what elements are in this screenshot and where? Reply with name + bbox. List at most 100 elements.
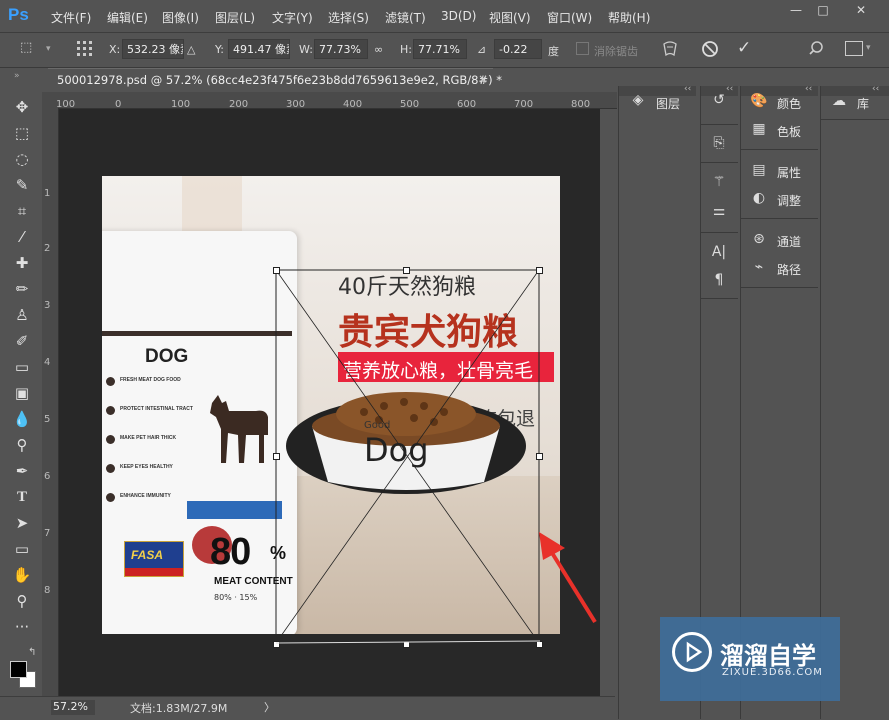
transform-handle[interactable] bbox=[273, 453, 280, 460]
swatches-icon[interactable]: ▦ bbox=[749, 121, 769, 137]
shape-tool-icon[interactable]: ▭ bbox=[10, 538, 34, 560]
healing-brush-tool-icon[interactable]: ✚ bbox=[10, 252, 34, 274]
antialias-checkbox[interactable] bbox=[576, 42, 589, 55]
channels-panel-tab[interactable]: 通道 bbox=[777, 233, 801, 250]
collapse-icon[interactable]: ‹‹ bbox=[684, 84, 691, 94]
actions-icon[interactable]: ⎘ bbox=[709, 135, 729, 151]
menu-item[interactable]: 选择(S) bbox=[328, 9, 369, 26]
workspace-icon[interactable] bbox=[845, 41, 863, 56]
ruler-tick-label: 7 bbox=[44, 528, 51, 539]
paths-icon[interactable]: ⌁ bbox=[749, 259, 769, 275]
menu-item[interactable]: 文件(F) bbox=[51, 9, 91, 26]
dodge-tool-icon[interactable]: ⚲ bbox=[10, 434, 34, 456]
lasso-tool-icon[interactable]: ◌ bbox=[10, 148, 34, 170]
character-icon[interactable]: A| bbox=[709, 244, 729, 260]
zoom-tool-icon[interactable]: ⚲ bbox=[10, 590, 34, 612]
workspace-chevron-icon[interactable]: ▾ bbox=[866, 43, 871, 53]
cloud-library-icon[interactable]: ☁ bbox=[829, 93, 849, 109]
divider bbox=[741, 287, 818, 288]
commit-transform-icon[interactable]: ✓ bbox=[737, 38, 751, 58]
ruler-tick-label: 8 bbox=[44, 585, 51, 596]
menu-item[interactable]: 文字(Y) bbox=[272, 9, 313, 26]
chevron-down-icon[interactable]: ▾ bbox=[46, 44, 51, 54]
minimize-button[interactable]: — bbox=[785, 2, 807, 18]
height-field[interactable]: 77.71% bbox=[413, 39, 467, 59]
cancel-transform-icon[interactable] bbox=[701, 40, 719, 58]
y-field[interactable]: 491.47 像素 bbox=[228, 39, 290, 59]
width-field[interactable]: 77.73% bbox=[314, 39, 368, 59]
app-logo: Ps bbox=[8, 5, 29, 24]
menu-item[interactable]: 3D(D) bbox=[441, 9, 476, 23]
document-info: 文档:1.83M/27.9M bbox=[130, 702, 228, 715]
reference-point-icon[interactable] bbox=[74, 38, 96, 58]
angle-field[interactable]: -0.22 bbox=[494, 39, 542, 59]
collapse-icon-3[interactable]: ‹‹ bbox=[805, 84, 812, 94]
quick-select-tool-icon[interactable]: ✎ bbox=[10, 174, 34, 196]
stamp-tool-icon[interactable]: ♙ bbox=[10, 304, 34, 326]
path-select-tool-icon[interactable]: ➤ bbox=[10, 512, 34, 534]
maximize-button[interactable]: □ bbox=[812, 2, 834, 18]
menu-item[interactable]: 帮助(H) bbox=[608, 9, 650, 26]
ruler-tick-label: 6 bbox=[44, 471, 51, 482]
swatches-panel-tab[interactable]: 色板 bbox=[777, 123, 801, 140]
move-tool-icon[interactable]: ✥ bbox=[10, 96, 34, 118]
history-icon[interactable]: ↺ bbox=[709, 92, 729, 108]
bbox-top-edge bbox=[276, 270, 541, 271]
more-tools-icon[interactable]: ··· bbox=[10, 616, 34, 638]
status-menu-arrow[interactable]: 〉 bbox=[264, 699, 275, 715]
menu-item[interactable]: 视图(V) bbox=[489, 9, 531, 26]
properties-panel-tab[interactable]: 属性 bbox=[777, 164, 801, 181]
menu-item[interactable]: 图像(I) bbox=[162, 9, 199, 26]
layers-icon[interactable]: ◈ bbox=[628, 92, 648, 108]
transform-handle[interactable] bbox=[536, 453, 543, 460]
channels-icon[interactable]: ⊛ bbox=[749, 231, 769, 247]
close-tab-icon[interactable]: × bbox=[478, 72, 488, 86]
link-icon[interactable]: ∞ bbox=[374, 43, 383, 56]
x-field[interactable]: 532.23 像素 bbox=[122, 39, 184, 59]
document-tab-title[interactable]: 500012978.psd @ 57.2% (68cc4e23f475f6e23… bbox=[57, 73, 502, 87]
delta-icon[interactable]: △ bbox=[187, 43, 195, 56]
menu-item[interactable]: 图层(L) bbox=[215, 9, 255, 26]
foreground-color-front[interactable] bbox=[10, 661, 27, 678]
divider bbox=[821, 119, 889, 120]
hand-tool-icon[interactable]: ✋ bbox=[10, 564, 34, 586]
adjustments-panel-tab[interactable]: 调整 bbox=[777, 192, 801, 209]
blur-tool-icon[interactable]: 💧 bbox=[10, 408, 34, 430]
w-label: W: bbox=[299, 43, 313, 56]
antialias-label: 消除锯齿 bbox=[594, 45, 638, 58]
gradient-tool-icon[interactable]: ▣ bbox=[10, 382, 34, 404]
tool-presets-icon[interactable]: ⚌ bbox=[709, 203, 729, 219]
warp-icon[interactable] bbox=[661, 40, 679, 58]
brush-presets-icon[interactable]: ⚚ bbox=[709, 174, 729, 190]
collapse-icon-4[interactable]: ‹‹ bbox=[872, 84, 879, 94]
history-brush-tool-icon[interactable]: ✐ bbox=[10, 330, 34, 352]
swap-colors-icon[interactable]: ↰ bbox=[28, 647, 36, 658]
transform-tool-icon[interactable]: ⬚ bbox=[20, 40, 42, 58]
menu-item[interactable]: 编辑(E) bbox=[107, 9, 148, 26]
properties-icon[interactable]: ▤ bbox=[749, 162, 769, 178]
paths-panel-tab[interactable]: 路径 bbox=[777, 261, 801, 278]
angle-icon: ⊿ bbox=[477, 43, 487, 56]
type-tool-icon[interactable]: T bbox=[10, 486, 34, 508]
zoom-level-field[interactable]: 57.2% bbox=[51, 700, 95, 715]
search-icon[interactable] bbox=[809, 39, 827, 57]
marquee-tool-icon[interactable]: ⬚ bbox=[10, 122, 34, 144]
pen-tool-icon[interactable]: ✒ bbox=[10, 460, 34, 482]
library-panel-tab[interactable]: 库 bbox=[857, 95, 869, 112]
color-icon[interactable]: 🎨 bbox=[749, 93, 769, 109]
eyedropper-tool-icon[interactable]: ⁄ bbox=[10, 226, 34, 248]
brush-tool-icon[interactable]: ✏ bbox=[10, 278, 34, 300]
transform-bounding-box[interactable] bbox=[102, 176, 560, 634]
color-panel-tab[interactable]: 颜色 bbox=[777, 95, 801, 112]
collapse-tools-icon[interactable]: » bbox=[14, 71, 20, 81]
paragraph-icon[interactable]: ¶ bbox=[709, 272, 729, 288]
layers-panel-tab[interactable]: 图层 bbox=[656, 95, 680, 112]
document-canvas[interactable]: DOG FRESH MEAT DOG FOOD PROTECT INTESTINA… bbox=[102, 176, 560, 634]
menu-item[interactable]: 滤镜(T) bbox=[385, 9, 426, 26]
menu-item[interactable]: 窗口(W) bbox=[547, 9, 592, 26]
adjustments-icon[interactable]: ◐ bbox=[749, 190, 769, 206]
close-window-button[interactable]: ✕ bbox=[850, 2, 872, 18]
eraser-tool-icon[interactable]: ▭ bbox=[10, 356, 34, 378]
crop-tool-icon[interactable]: ⌗ bbox=[10, 200, 34, 222]
divider bbox=[701, 298, 738, 299]
